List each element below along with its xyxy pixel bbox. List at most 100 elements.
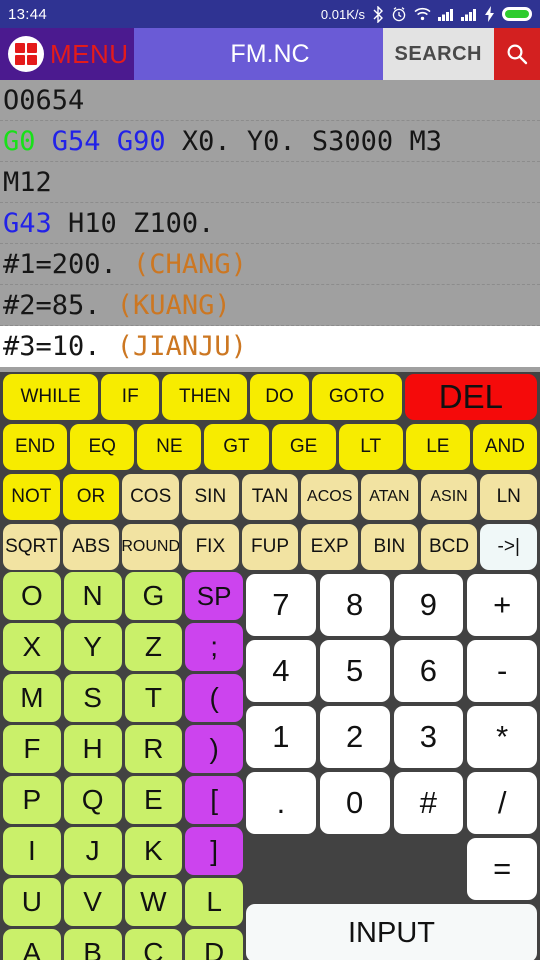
key-sqrt[interactable]: SQRT bbox=[3, 524, 60, 570]
key-then[interactable]: THEN bbox=[162, 374, 248, 420]
key-acos[interactable]: ACOS bbox=[301, 474, 359, 520]
key-9[interactable]: 9 bbox=[393, 574, 464, 636]
key-w[interactable]: W bbox=[124, 878, 183, 926]
key-d[interactable]: D bbox=[185, 929, 243, 960]
code-line[interactable]: #2=85. (KUANG) bbox=[0, 285, 540, 326]
code-token: X0. Y0. S3000 M3 bbox=[165, 126, 442, 157]
key-m[interactable]: M bbox=[3, 674, 61, 722]
code-token: (KUANG) bbox=[116, 290, 231, 321]
key-round[interactable]: ROUND bbox=[122, 524, 180, 570]
key-gt[interactable]: GT bbox=[204, 424, 269, 470]
key-del[interactable]: DEL bbox=[404, 374, 537, 420]
key-5[interactable]: 5 bbox=[319, 640, 390, 702]
key-p[interactable]: P bbox=[3, 776, 61, 824]
key-sp[interactable]: SP bbox=[185, 572, 243, 620]
key-f[interactable]: F bbox=[3, 725, 61, 773]
search-icon[interactable] bbox=[494, 28, 540, 80]
code-line[interactable]: M12 bbox=[0, 162, 540, 203]
key-o[interactable]: O bbox=[3, 572, 61, 620]
key-decimal-point[interactable]: . bbox=[246, 772, 316, 834]
key-g[interactable]: G bbox=[124, 572, 183, 620]
key-v[interactable]: V bbox=[63, 878, 122, 926]
key-le[interactable]: LE bbox=[405, 424, 470, 470]
code-line[interactable]: G0 G54 G90 X0. Y0. S3000 M3 bbox=[0, 121, 540, 162]
key-e[interactable]: E bbox=[124, 776, 183, 824]
key-[interactable]: ) bbox=[185, 725, 243, 773]
key-i[interactable]: I bbox=[3, 827, 61, 875]
key-eq[interactable]: EQ bbox=[70, 424, 135, 470]
key-plus[interactable]: + bbox=[467, 574, 537, 636]
key-2[interactable]: 2 bbox=[319, 706, 390, 768]
key-asin[interactable]: ASIN bbox=[420, 474, 478, 520]
key-or[interactable]: OR bbox=[62, 474, 120, 520]
key-hash[interactable]: # bbox=[393, 772, 464, 834]
key-and[interactable]: AND bbox=[472, 424, 537, 470]
key-0[interactable]: 0 bbox=[319, 772, 390, 834]
code-line[interactable]: G43 H10 Z100. bbox=[0, 203, 540, 244]
key-q[interactable]: Q bbox=[63, 776, 122, 824]
code-line-current[interactable]: #3=10. (JIANJU) bbox=[0, 326, 540, 367]
key-equals[interactable]: = bbox=[467, 838, 537, 900]
key-[interactable]: ] bbox=[185, 827, 243, 875]
key-7[interactable]: 7 bbox=[246, 574, 316, 636]
key-abs[interactable]: ABS bbox=[62, 524, 120, 570]
key-4[interactable]: 4 bbox=[246, 640, 316, 702]
key-[interactable]: ; bbox=[185, 623, 243, 671]
key-3[interactable]: 3 bbox=[393, 706, 464, 768]
key-do[interactable]: DO bbox=[250, 374, 309, 420]
key-b[interactable]: B bbox=[63, 929, 122, 960]
code-line[interactable]: #1=200. (CHANG) bbox=[0, 244, 540, 285]
code-line[interactable]: O0654 bbox=[0, 80, 540, 121]
key-l[interactable]: L bbox=[185, 878, 243, 926]
key-minus[interactable]: - bbox=[467, 640, 537, 702]
code-token: #2=85. bbox=[3, 290, 117, 321]
key-bin[interactable]: BIN bbox=[361, 524, 418, 570]
key-y[interactable]: Y bbox=[63, 623, 122, 671]
status-clock: 13:44 bbox=[8, 5, 48, 23]
code-editor[interactable]: O0654 G0 G54 G90 X0. Y0. S3000 M3 M12 G43 H… bbox=[0, 80, 540, 372]
key-8[interactable]: 8 bbox=[319, 574, 390, 636]
key-ln[interactable]: LN bbox=[480, 474, 538, 520]
key-star[interactable]: * bbox=[467, 706, 537, 768]
status-icons: 0.01K/s bbox=[320, 5, 532, 23]
key-end[interactable]: END bbox=[3, 424, 68, 470]
key-slash[interactable]: / bbox=[467, 772, 537, 834]
key-bcd[interactable]: BCD bbox=[420, 524, 478, 570]
key-cos[interactable]: COS bbox=[122, 474, 180, 520]
key-s[interactable]: S bbox=[63, 674, 122, 722]
key-u[interactable]: U bbox=[3, 878, 61, 926]
key-a[interactable]: A bbox=[3, 929, 61, 960]
key-[interactable]: ( bbox=[185, 674, 243, 722]
key-t[interactable]: T bbox=[124, 674, 183, 722]
key-n[interactable]: N bbox=[63, 572, 122, 620]
battery-icon bbox=[502, 7, 532, 21]
key-while[interactable]: WHILE bbox=[3, 374, 99, 420]
key-j[interactable]: J bbox=[63, 827, 122, 875]
key-atan[interactable]: ATAN bbox=[361, 474, 418, 520]
key-fup[interactable]: FUP bbox=[241, 524, 299, 570]
key-c[interactable]: C bbox=[124, 929, 183, 960]
network-speed-label: 0.01K/s bbox=[320, 6, 365, 22]
key-x[interactable]: X bbox=[3, 623, 61, 671]
search-button[interactable]: SEARCH bbox=[382, 28, 494, 80]
key-lt[interactable]: LT bbox=[338, 424, 403, 470]
key-not[interactable]: NOT bbox=[3, 474, 60, 520]
key-[interactable]: [ bbox=[185, 776, 243, 824]
key-fix[interactable]: FIX bbox=[182, 524, 239, 570]
menu-button[interactable]: MENU bbox=[0, 28, 134, 80]
key-h[interactable]: H bbox=[63, 725, 122, 773]
key-sin[interactable]: SIN bbox=[182, 474, 239, 520]
key-ne[interactable]: NE bbox=[137, 424, 202, 470]
key-k[interactable]: K bbox=[124, 827, 183, 875]
key-ge[interactable]: GE bbox=[271, 424, 336, 470]
key-goto[interactable]: GOTO bbox=[311, 374, 402, 420]
key-if[interactable]: IF bbox=[101, 374, 160, 420]
key-[interactable]: ->| bbox=[480, 524, 538, 570]
key-z[interactable]: Z bbox=[124, 623, 183, 671]
key-exp[interactable]: EXP bbox=[301, 524, 359, 570]
key-6[interactable]: 6 bbox=[393, 640, 464, 702]
input-button[interactable]: INPUT bbox=[246, 904, 537, 960]
key-1[interactable]: 1 bbox=[246, 706, 316, 768]
key-tan[interactable]: TAN bbox=[241, 474, 299, 520]
key-r[interactable]: R bbox=[124, 725, 183, 773]
